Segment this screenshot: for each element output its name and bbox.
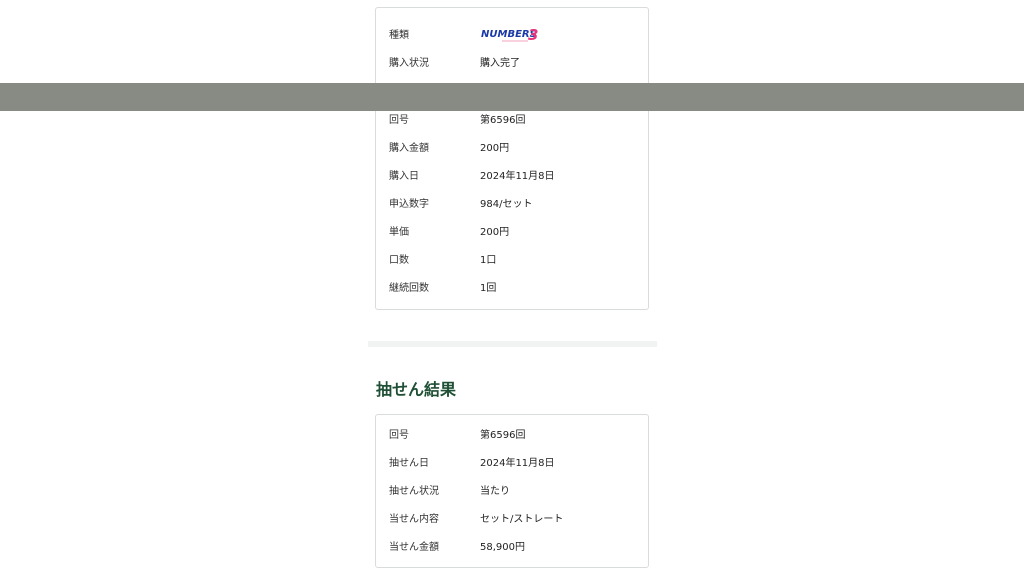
- row-label: 抽せん状況: [389, 486, 439, 497]
- row-value: 200円: [480, 143, 510, 154]
- overlay-bar: [0, 83, 1024, 111]
- row-label: 単価: [389, 227, 409, 238]
- row-label: 抽せん日: [389, 458, 429, 469]
- row-label: 種類: [389, 30, 409, 41]
- row-label: 購入状況: [389, 58, 429, 69]
- numbers3-logo: NUMBERS 3: [481, 26, 538, 44]
- detail-row-date: 購入日 2024年11月8日: [376, 167, 648, 187]
- detail-row-draw-number: 回号 第6596回: [376, 111, 648, 131]
- row-label: 当せん内容: [389, 514, 439, 525]
- section-title-draw-result: 抽せん結果: [376, 380, 457, 399]
- result-row-draw-date: 抽せん日 2024年11月8日: [376, 454, 648, 474]
- detail-row-continuation: 継続回数 1回: [376, 279, 648, 299]
- row-label: 購入金額: [389, 143, 429, 154]
- row-label: 購入日: [389, 171, 419, 182]
- row-value: 当たり: [480, 486, 510, 497]
- detail-row-units: 口数 1口: [376, 251, 648, 271]
- row-value: 200円: [480, 227, 510, 238]
- detail-row-amount: 購入金額 200円: [376, 139, 648, 159]
- detail-row-unit-price: 単価 200円: [376, 223, 648, 243]
- row-value: 第6596回: [480, 430, 526, 441]
- result-row-prize-amount: 当せん金額 58,900円: [376, 538, 648, 558]
- row-label: 当せん金額: [389, 542, 439, 553]
- row-label: 回号: [389, 115, 409, 126]
- row-value: 購入完了: [480, 58, 520, 69]
- row-value: 58,900円: [480, 542, 525, 553]
- detail-row-status: 購入状況 購入完了: [376, 54, 648, 74]
- row-value: 2024年11月8日: [480, 171, 555, 182]
- purchase-details-card: 種類 NUMBERS 3 購入状況 購入完了 回号 第6596回 購入金額 20…: [375, 7, 649, 310]
- detail-row-type: 種類 NUMBERS 3: [376, 26, 648, 46]
- logo-digit: 3: [528, 26, 538, 44]
- result-row-win-type: 当せん内容 セット/ストレート: [376, 510, 648, 530]
- result-row-draw-status: 抽せん状況 当たり: [376, 482, 648, 502]
- page: 種類 NUMBERS 3 購入状況 購入完了 回号 第6596回 購入金額 20…: [0, 0, 1024, 576]
- row-value: 2024年11月8日: [480, 458, 555, 469]
- row-label: 回号: [389, 430, 409, 441]
- row-value: 1口: [480, 255, 497, 266]
- row-value: セット/ストレート: [480, 514, 564, 525]
- row-value: 984/セット: [480, 199, 533, 210]
- draw-result-card: 回号 第6596回 抽せん日 2024年11月8日 抽せん状況 当たり 当せん内…: [375, 414, 649, 568]
- row-label: 継続回数: [389, 283, 429, 294]
- result-row-draw-number: 回号 第6596回: [376, 426, 648, 446]
- row-label: 申込数字: [389, 199, 429, 210]
- row-value: 1回: [480, 283, 497, 294]
- row-label: 口数: [389, 255, 409, 266]
- detail-row-numbers: 申込数字 984/セット: [376, 195, 648, 215]
- section-divider: [368, 341, 657, 347]
- row-value: 第6596回: [480, 115, 526, 126]
